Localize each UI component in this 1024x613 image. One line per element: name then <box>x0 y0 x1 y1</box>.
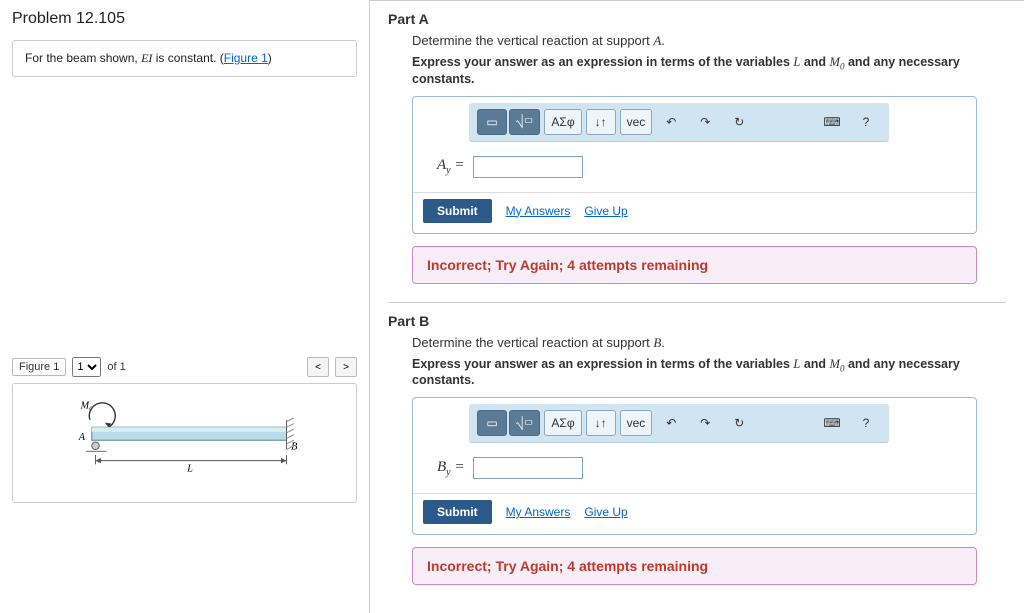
figure-next-button[interactable]: > <box>335 357 357 377</box>
undo-button[interactable]: ↶ <box>656 410 686 436</box>
undo-button[interactable]: ↶ <box>656 109 686 135</box>
redo-button[interactable]: ↷ <box>690 410 720 436</box>
figure-selector[interactable]: 1 <box>72 357 101 377</box>
greek-button[interactable]: ΑΣφ <box>544 410 581 436</box>
vec-button[interactable]: vec <box>620 109 653 135</box>
part-b-label: Part B <box>388 313 1006 329</box>
desc-end: ) <box>268 51 272 65</box>
figure-controls: Figure 1 1 of 1 < > <box>12 357 357 377</box>
moment-arrow <box>89 403 115 427</box>
part-b-answer-input[interactable] <box>473 457 583 479</box>
reset-button[interactable]: ↻ <box>724 410 754 436</box>
vec-button[interactable]: vec <box>620 410 653 436</box>
greek-button[interactable]: ΑΣφ <box>544 109 581 135</box>
figure-of-text: of 1 <box>107 361 125 373</box>
figure-image: M₀ A B L <box>12 383 357 503</box>
problem-description: For the beam shown, EI is constant. (Fig… <box>12 40 357 77</box>
part-a-give-up-link[interactable]: Give Up <box>584 204 627 218</box>
support-a-pin <box>92 442 99 449</box>
desc-suffix: is constant. ( <box>152 51 223 65</box>
help-button[interactable]: ? <box>851 410 881 436</box>
beam-highlight <box>92 427 287 432</box>
part-a-result-label: Ay = <box>437 157 465 176</box>
part-b-give-up-link[interactable]: Give Up <box>584 505 627 519</box>
part-b-answer-block: ▭ ⎷▭ ΑΣφ ↓↑ vec ↶ ↷ ↻ ⌨ ? By = <box>412 397 977 535</box>
part-a-answer-input[interactable] <box>473 156 583 178</box>
updown-button[interactable]: ↓↑ <box>586 109 616 135</box>
part-a-answer-block: ▭ ⎷▭ ΑΣφ ↓↑ vec ↶ ↷ ↻ ⌨ ? Ay = Submit My… <box>412 96 977 234</box>
figure-link[interactable]: Figure 1 <box>224 51 268 65</box>
part-a-my-answers-link[interactable]: My Answers <box>506 204 571 218</box>
template-button[interactable]: ▭ <box>477 109 507 135</box>
part-b-toolbar: ▭ ⎷▭ ΑΣφ ↓↑ vec ↶ ↷ ↻ ⌨ ? <box>469 404 889 443</box>
fraction-button[interactable]: ⎷▭ <box>509 109 540 135</box>
help-button[interactable]: ? <box>851 109 881 135</box>
part-a-label: Part A <box>388 11 1006 27</box>
figure-label: Figure 1 <box>12 358 66 376</box>
desc-prefix: For the beam shown, <box>25 51 141 65</box>
fraction-button[interactable]: ⎷▭ <box>509 410 540 436</box>
dim-arrow-left <box>95 458 101 464</box>
part-b-desc: Determine the vertical reaction at suppo… <box>412 335 1006 351</box>
redo-button[interactable]: ↷ <box>690 109 720 135</box>
part-a-instructions: Express your answer as an expression in … <box>412 55 1006 86</box>
template-button[interactable]: ▭ <box>477 410 507 436</box>
part-b-my-answers-link[interactable]: My Answers <box>506 505 571 519</box>
figure-prev-button[interactable]: < <box>307 357 329 377</box>
part-b-result-label: By = <box>437 459 465 478</box>
part-a-submit-button[interactable]: Submit <box>423 199 492 223</box>
part-a-feedback: Incorrect; Try Again; 4 attempts remaini… <box>412 246 977 284</box>
part-a-toolbar: ▭ ⎷▭ ΑΣφ ↓↑ vec ↶ ↷ ↻ ⌨ ? <box>469 103 889 142</box>
dim-l-label: L <box>186 464 193 475</box>
part-a-desc: Determine the vertical reaction at suppo… <box>412 33 1006 49</box>
keyboard-button[interactable]: ⌨ <box>817 109 847 135</box>
desc-var: EI <box>141 51 152 65</box>
keyboard-button[interactable]: ⌨ <box>817 410 847 436</box>
part-b-instructions: Express your answer as an expression in … <box>412 357 1006 388</box>
dim-arrow-right <box>281 458 287 464</box>
part-b-feedback: Incorrect; Try Again; 4 attempts remaini… <box>412 547 977 585</box>
problem-title: Problem 12.105 <box>12 10 357 28</box>
part-b-submit-button[interactable]: Submit <box>423 500 492 524</box>
support-a-label: A <box>78 432 86 443</box>
reset-button[interactable]: ↻ <box>724 109 754 135</box>
updown-button[interactable]: ↓↑ <box>586 410 616 436</box>
